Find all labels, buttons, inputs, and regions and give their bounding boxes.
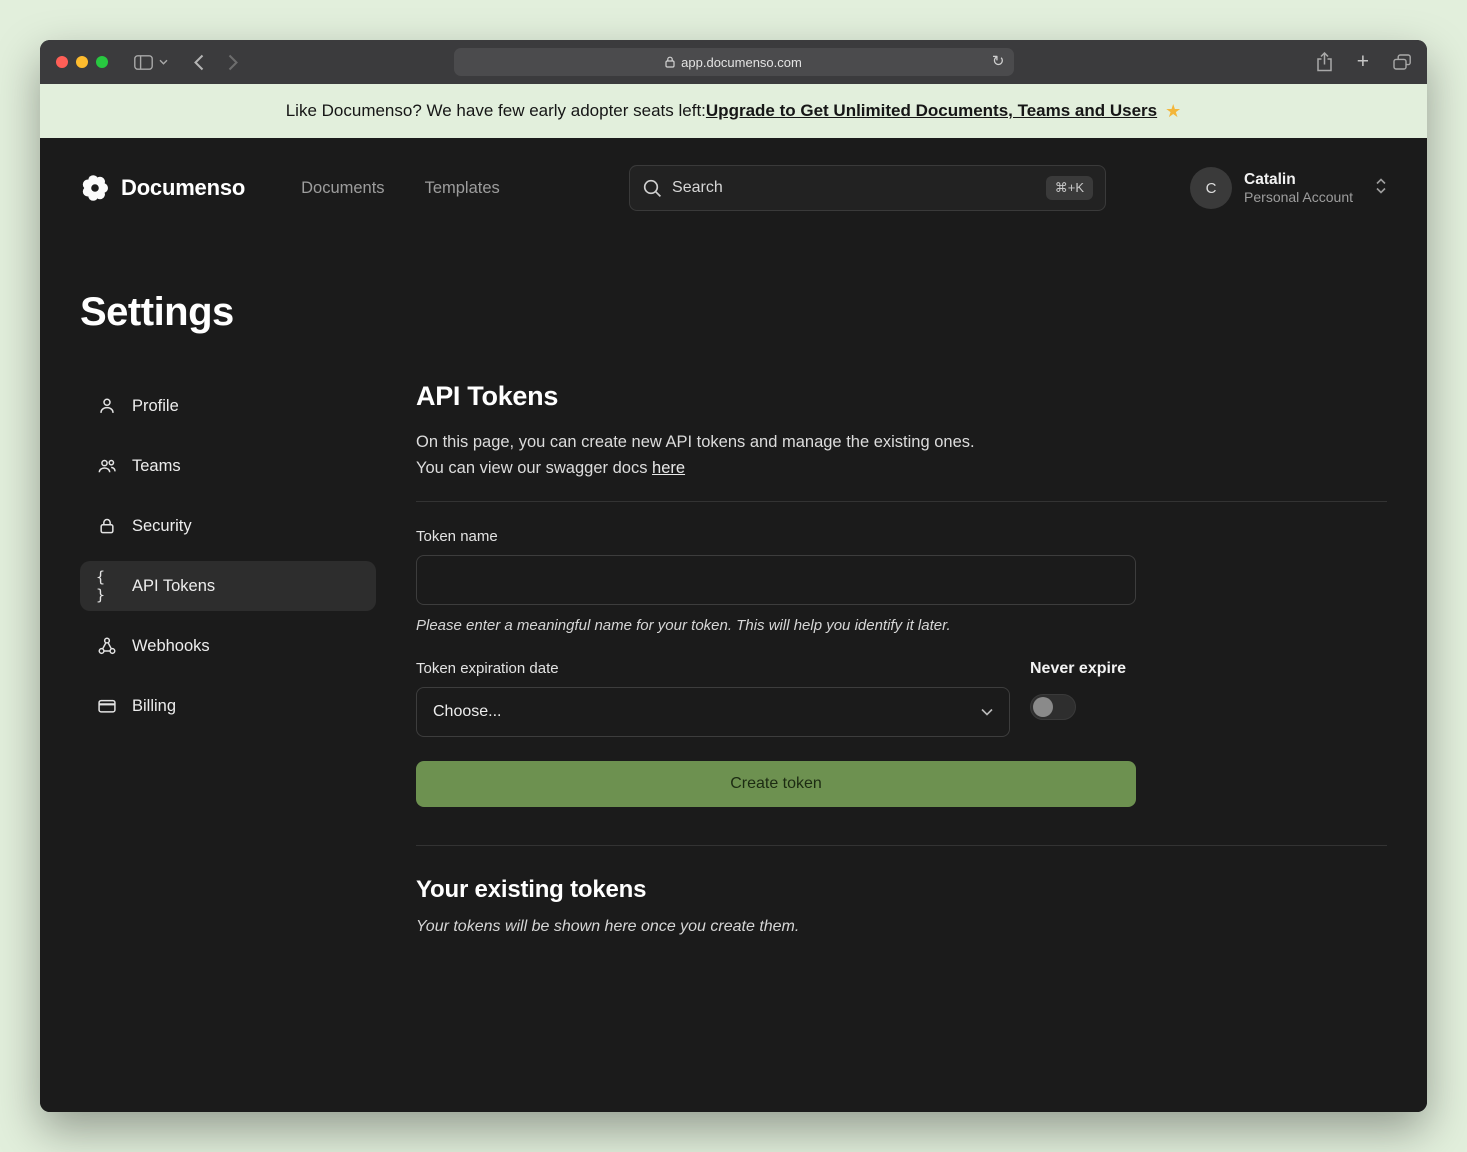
upgrade-banner: Like Documenso? We have few early adopte… [40, 84, 1427, 138]
sidebar-item-label: API Tokens [132, 577, 215, 596]
token-name-input[interactable] [416, 555, 1136, 605]
expiration-select[interactable]: Choose... [416, 687, 1010, 737]
swagger-docs-link[interactable]: here [652, 459, 685, 477]
reload-icon[interactable]: ↻ [992, 52, 1005, 72]
sidebar-toggle-icon[interactable] [134, 55, 153, 70]
banner-text: Like Documenso? We have few early adopte… [286, 101, 706, 121]
forward-button[interactable] [228, 54, 238, 71]
search-icon [642, 178, 662, 198]
sidebar-item-label: Profile [132, 397, 179, 416]
zoom-window-button[interactable] [96, 56, 108, 68]
never-expire-label: Never expire [1030, 660, 1136, 678]
never-expire-toggle[interactable] [1030, 694, 1076, 720]
section-description-line1: On this page, you can create new API tok… [416, 433, 975, 451]
lock-icon [665, 56, 675, 68]
account-menu-trigger[interactable]: C Catalin Personal Account [1190, 167, 1387, 209]
sidebar-item-security[interactable]: Security [80, 501, 376, 551]
address-bar[interactable]: app.documenso.com ↻ [454, 48, 1014, 76]
new-tab-icon[interactable]: + [1357, 52, 1369, 72]
existing-tokens-section: Your existing tokens Your tokens will be… [416, 876, 1387, 936]
close-window-button[interactable] [56, 56, 68, 68]
expiration-selected-value: Choose... [433, 703, 501, 721]
webhook-icon [96, 636, 118, 656]
create-token-form: Token name Please enter a meaningful nam… [416, 528, 1136, 807]
token-name-label: Token name [416, 528, 1136, 545]
lock-icon [96, 516, 118, 536]
sidebar-item-profile[interactable]: Profile [80, 381, 376, 431]
sidebar-item-label: Webhooks [132, 637, 210, 656]
traffic-lights [56, 56, 108, 68]
existing-tokens-hint: Your tokens will be shown here once you … [416, 918, 1387, 936]
tab-overview-icon[interactable] [1393, 54, 1411, 70]
nav-documents[interactable]: Documents [301, 179, 384, 198]
settings-nav: Profile Teams [80, 381, 376, 731]
token-name-hint: Please enter a meaningful name for your … [416, 617, 1136, 634]
expiration-label: Token expiration date [416, 660, 1010, 677]
chevron-down-icon [981, 708, 993, 716]
sidebar-item-label: Teams [132, 457, 181, 476]
page-title: Settings [80, 290, 1387, 335]
search-bar[interactable]: ⌘+K [629, 165, 1106, 211]
browser-window: app.documenso.com ↻ + Like Documenso? W [40, 40, 1427, 1112]
brand-name: Documenso [121, 175, 245, 201]
top-nav: Documents Templates [301, 179, 500, 198]
sidebar-item-label: Billing [132, 697, 176, 716]
sidebar-item-webhooks[interactable]: Webhooks [80, 621, 376, 671]
people-icon [96, 456, 118, 476]
brand-logo-link[interactable]: Documenso [80, 173, 245, 203]
search-shortcut-badge: ⌘+K [1046, 176, 1093, 200]
upgrade-link[interactable]: Upgrade to Get Unlimited Documents, Team… [706, 101, 1157, 121]
minimize-window-button[interactable] [76, 56, 88, 68]
browser-toolbar: app.documenso.com ↻ + [40, 40, 1427, 84]
back-button[interactable] [194, 54, 204, 71]
documenso-logo-icon [80, 173, 110, 203]
braces-icon: { } [96, 568, 118, 604]
nav-templates[interactable]: Templates [425, 179, 500, 198]
search-input[interactable] [672, 179, 1036, 197]
existing-tokens-heading: Your existing tokens [416, 876, 1387, 904]
sidebar-item-label: Security [132, 517, 192, 536]
create-token-button[interactable]: Create token [416, 761, 1136, 807]
star-icon: ★ [1165, 101, 1181, 122]
sidebar-item-api-tokens[interactable]: { } API Tokens [80, 561, 376, 611]
divider [416, 845, 1387, 846]
app-content: Documenso Documents Templates ⌘+K C Cata… [40, 138, 1427, 1112]
chevron-up-down-icon [1375, 176, 1387, 201]
app-header: Documenso Documents Templates ⌘+K C Cata… [40, 138, 1427, 238]
api-tokens-panel: API Tokens On this page, you can create … [416, 381, 1387, 996]
section-description-line2: You can view our swagger docs [416, 459, 652, 477]
account-type: Personal Account [1244, 189, 1353, 207]
person-icon [96, 396, 118, 416]
url-text: app.documenso.com [681, 55, 802, 70]
share-icon[interactable] [1316, 52, 1333, 72]
credit-card-icon [96, 696, 118, 716]
toggle-knob [1033, 697, 1053, 717]
account-name: Catalin [1244, 170, 1353, 189]
avatar: C [1190, 167, 1232, 209]
divider [416, 501, 1387, 502]
sidebar-item-billing[interactable]: Billing [80, 681, 376, 731]
sidebar-item-teams[interactable]: Teams [80, 441, 376, 491]
section-title: API Tokens [416, 381, 1387, 412]
tab-group-chevron-icon[interactable] [159, 59, 168, 65]
